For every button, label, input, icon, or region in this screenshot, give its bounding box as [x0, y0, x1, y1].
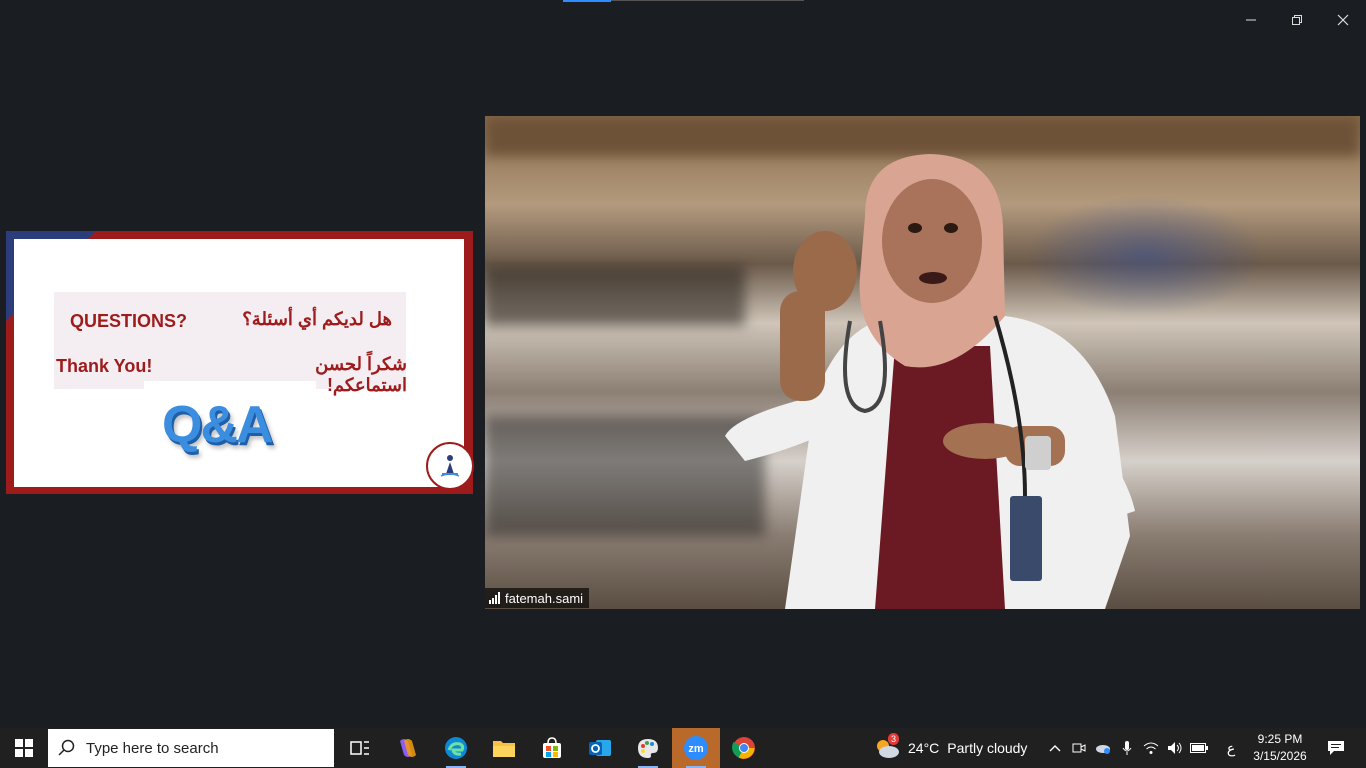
- meet-now-icon[interactable]: [1070, 739, 1088, 757]
- folder-icon: [493, 741, 515, 757]
- restore-button[interactable]: [1274, 8, 1320, 32]
- close-button[interactable]: [1320, 8, 1366, 32]
- taskbar-search-box[interactable]: Type here to search: [48, 729, 334, 767]
- windows-logo-icon: [15, 739, 33, 757]
- microphone-icon[interactable]: [1118, 739, 1136, 757]
- edge-button[interactable]: [432, 728, 480, 768]
- org-logo-badge: [426, 442, 474, 490]
- person-reading-icon: [440, 455, 460, 477]
- search-placeholder: Type here to search: [86, 739, 219, 757]
- participant-video[interactable]: [485, 116, 1360, 609]
- chrome-icon: [732, 737, 755, 759]
- weather-alert-badge: 3: [888, 733, 900, 745]
- file-explorer-button[interactable]: [480, 728, 528, 768]
- participant-figure: [725, 154, 1135, 609]
- outlook-button[interactable]: [576, 728, 624, 768]
- qa-logo: Q&A: [162, 396, 274, 454]
- chevron-up-icon[interactable]: [1046, 739, 1064, 757]
- notification-icon: [1328, 741, 1344, 755]
- questions-arabic: هل لديكم أي أسئلة؟: [242, 309, 392, 329]
- task-view-button[interactable]: [336, 728, 384, 768]
- close-icon: [1337, 14, 1349, 26]
- top-progress-indicator: [563, 0, 804, 2]
- taskbar-clock[interactable]: 9:25 PM 3/15/2026: [1244, 731, 1316, 765]
- wifi-icon[interactable]: [1142, 739, 1160, 757]
- weather-temperature: 24°C: [908, 740, 940, 756]
- participant-name-tag: fatemah.sami: [485, 588, 590, 608]
- minimize-button[interactable]: [1228, 8, 1274, 32]
- battery-icon[interactable]: [1190, 739, 1208, 757]
- weather-widget[interactable]: 3 24°C Partly cloudy: [874, 728, 1027, 768]
- shared-screen-slide[interactable]: QUESTIONS? هل لديكم أي أسئلة؟ Thank You!…: [6, 231, 474, 494]
- onedrive-icon[interactable]: [1094, 739, 1112, 757]
- volume-icon[interactable]: [1166, 739, 1184, 757]
- thanks-english: Thank You!: [56, 356, 153, 376]
- copilot-button[interactable]: [384, 728, 432, 768]
- store-icon: [543, 737, 561, 758]
- clock-date: 3/15/2026: [1253, 749, 1307, 763]
- paint-button[interactable]: [624, 728, 672, 768]
- questions-english: QUESTIONS?: [70, 311, 188, 331]
- paint-palette-icon: [638, 739, 658, 758]
- clock-time: 9:25 PM: [1257, 732, 1303, 746]
- svg-text:zm: zm: [688, 743, 704, 755]
- search-icon: [58, 739, 75, 756]
- signal-strength-icon: [489, 592, 500, 604]
- slide-content: QUESTIONS? هل لديكم أي أسئلة؟ Thank You!…: [14, 239, 474, 490]
- outlook-icon: [589, 740, 611, 756]
- chrome-button[interactable]: [720, 728, 768, 768]
- restore-icon: [1292, 15, 1302, 25]
- zoom-icon: zm: [684, 736, 708, 760]
- input-language-indicator[interactable]: ع: [1222, 739, 1240, 757]
- edge-icon: [445, 737, 467, 759]
- notification-center-button[interactable]: [1318, 728, 1354, 768]
- start-button[interactable]: [0, 728, 48, 768]
- minimize-icon: [1246, 19, 1256, 21]
- copilot-icon: [400, 739, 416, 757]
- participant-name: fatemah.sami: [505, 590, 584, 606]
- partly-cloudy-icon: 3: [874, 733, 900, 759]
- weather-description: Partly cloudy: [947, 740, 1028, 756]
- task-view-icon: [350, 741, 369, 755]
- system-tray: ع: [1046, 728, 1240, 768]
- zoom-button[interactable]: zm: [672, 728, 720, 768]
- microsoft-store-button[interactable]: [528, 728, 576, 768]
